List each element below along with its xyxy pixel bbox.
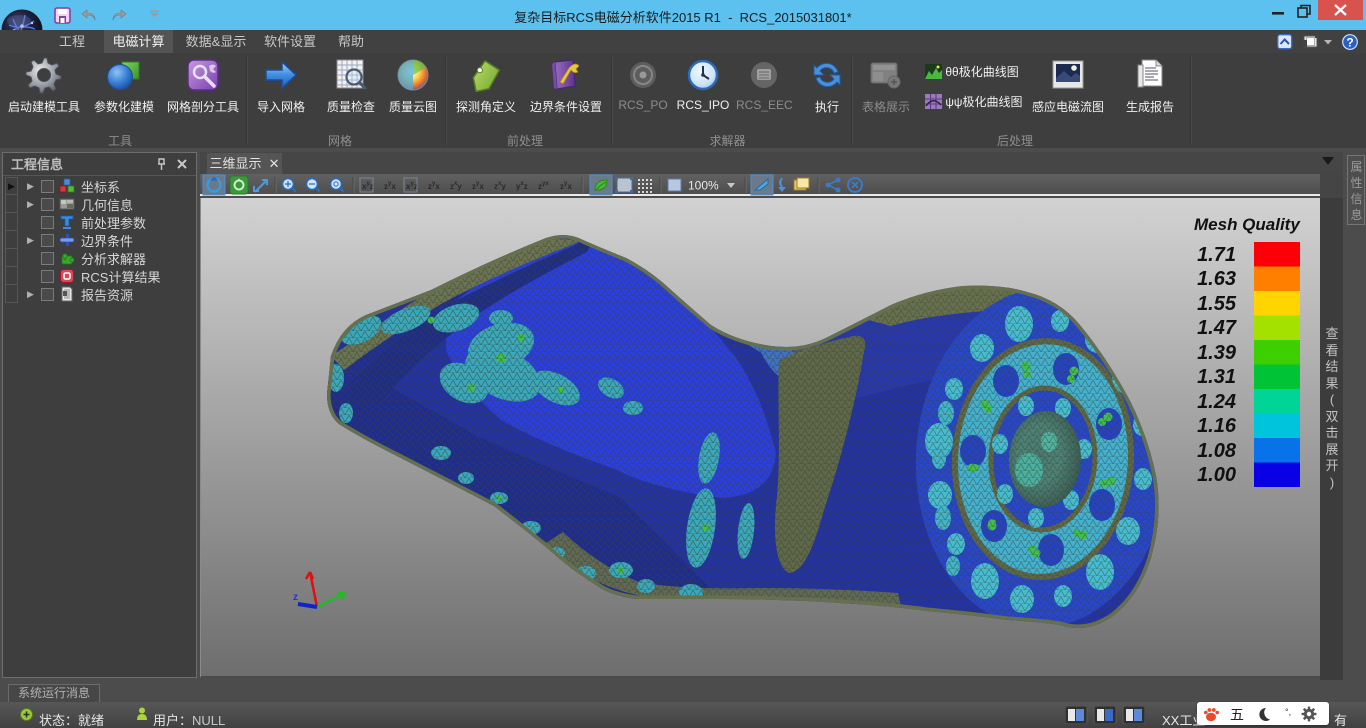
svg-text:1.08: 1.08 (1197, 440, 1237, 462)
svg-text:zxy: zxy (450, 181, 462, 191)
svg-text:Mesh Quality: Mesh Quality (1194, 215, 1301, 234)
svg-text:zyx: zyx (560, 181, 572, 191)
svg-text:1.39: 1.39 (1197, 342, 1237, 364)
svg-text:1.63: 1.63 (1197, 268, 1236, 290)
svg-text:xyz: xyz (406, 181, 418, 191)
svg-text:zyx: zyx (472, 181, 484, 191)
svg-text:1.00: 1.00 (1197, 464, 1236, 486)
svg-text:五: 五 (1230, 707, 1244, 723)
svg-text:z: z (293, 592, 298, 603)
svg-text:xyz: xyz (362, 181, 374, 191)
svg-text:100%: 100% (688, 179, 719, 193)
svg-text:1.55: 1.55 (1197, 293, 1237, 315)
svg-text:zyx: zyx (384, 181, 396, 191)
svg-text:yxz: yxz (516, 181, 528, 191)
svg-text:zxy: zxy (494, 181, 506, 191)
svg-text:1.31: 1.31 (1197, 366, 1236, 388)
svg-text:zyx: zyx (538, 181, 549, 191)
svg-text:°,: °, (1285, 707, 1291, 717)
svg-text:1.71: 1.71 (1197, 244, 1236, 266)
svg-text:1.16: 1.16 (1197, 415, 1237, 437)
svg-text:1.24: 1.24 (1197, 391, 1236, 413)
svg-text:1.47: 1.47 (1197, 317, 1237, 339)
svg-text:zyx: zyx (428, 181, 440, 191)
svg-text:?: ? (1346, 35, 1353, 49)
